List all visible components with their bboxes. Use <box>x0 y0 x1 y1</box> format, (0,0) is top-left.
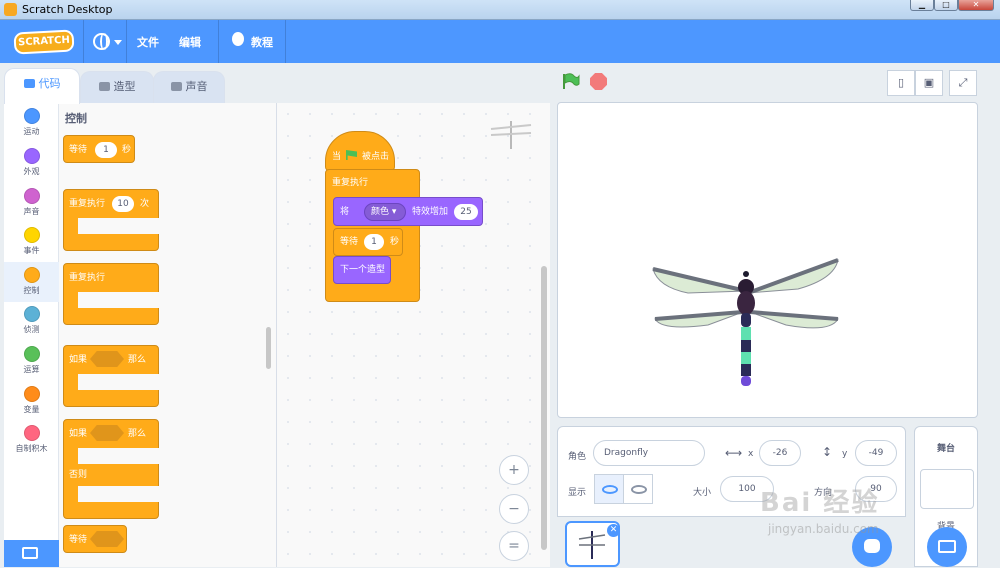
chevron-down-icon <box>114 40 122 45</box>
menu-tutorials[interactable]: 教程 <box>251 34 273 50</box>
block-if-else[interactable]: 如果 那么 否则 <box>63 419 160 519</box>
block-if-then[interactable]: 如果 那么 <box>63 345 160 407</box>
code-icon <box>23 79 35 88</box>
editor-tabs: 代码 造型 声音 <box>0 63 550 104</box>
delete-sprite-icon[interactable]: ✕ <box>607 524 620 537</box>
sprite-name-input[interactable]: Dragonfly <box>593 440 705 466</box>
watermark-url: jingyan.baidu.com <box>768 522 879 536</box>
block-when-flag-clicked[interactable]: 当 被点击 <box>325 131 395 171</box>
tab-code[interactable]: 代码 <box>4 68 80 104</box>
menu-edit[interactable]: 编辑 <box>179 34 201 50</box>
eye-icon <box>602 485 618 494</box>
wait-seconds-input[interactable]: 1 <box>364 234 384 250</box>
small-stage-button[interactable]: ▯ <box>887 70 915 96</box>
menu-file[interactable]: 文件 <box>137 34 159 50</box>
choose-backdrop-button[interactable] <box>927 527 967 567</box>
size-label: 大小 <box>693 488 712 498</box>
effect-dropdown[interactable]: 颜色 ▾ <box>364 203 406 221</box>
block-repeat[interactable]: 重复执行 10 次 <box>63 189 160 251</box>
show-sprite-button[interactable] <box>594 474 624 504</box>
horizontal-arrows-icon: ⟷ <box>725 446 743 460</box>
zoom-out-button[interactable]: − <box>499 494 529 524</box>
category-variables[interactable]: 变量 <box>4 381 59 421</box>
hide-sprite-button[interactable] <box>623 474 653 504</box>
vertical-arrows-icon: ↕ <box>822 445 833 459</box>
condition-slot[interactable] <box>90 351 124 367</box>
block-change-effect[interactable]: 将 颜色 ▾ 特效增加 25 <box>333 197 483 226</box>
category-operators[interactable]: 运算 <box>4 341 59 381</box>
palette-scrollbar[interactable] <box>266 327 271 369</box>
language-globe-icon[interactable] <box>93 33 110 50</box>
brush-icon <box>98 82 110 91</box>
block-next-costume[interactable]: 下一个造型 <box>333 256 391 284</box>
extension-icon <box>22 547 38 559</box>
tab-sounds[interactable]: 声音 <box>153 71 225 104</box>
block-forever[interactable]: 重复执行 <box>63 263 160 325</box>
category-sensing[interactable]: 侦测 <box>4 301 59 341</box>
window-title: Scratch Desktop <box>22 3 113 16</box>
maximize-button[interactable]: □ <box>934 0 958 11</box>
zoom-in-button[interactable]: + <box>499 455 529 485</box>
category-sound[interactable]: 声音 <box>4 183 59 223</box>
block-wait[interactable]: 等待 1 秒 <box>63 135 135 163</box>
menu-bar: SCRATCH 文件 编辑 教程 <box>0 20 1000 63</box>
window-titlebar: Scratch Desktop ▁ □ ✕ <box>0 0 1000 20</box>
category-events[interactable]: 事件 <box>4 222 59 262</box>
scratch-app-icon <box>4 3 17 16</box>
fullscreen-button[interactable]: ⤢ <box>949 70 977 96</box>
minimize-button[interactable]: ▁ <box>910 0 934 11</box>
large-stage-button[interactable]: ▣ <box>915 70 943 96</box>
green-flag-icon <box>346 150 357 160</box>
block-wait[interactable]: 等待 1 秒 <box>333 228 403 256</box>
category-menu: 运动 外观 声音 事件 控制 侦测 运算 变量 自制积木 <box>4 103 59 567</box>
sprite-name-label: 角色 <box>568 452 587 462</box>
stage-canvas[interactable] <box>557 102 978 418</box>
stage-title: 舞台 <box>937 444 956 454</box>
scratch-logo[interactable]: SCRATCH <box>13 29 75 55</box>
sprite-indicator-icon <box>490 121 532 149</box>
workspace-scrollbar[interactable] <box>541 266 547 550</box>
repeat-count-input[interactable]: 10 <box>112 196 134 212</box>
condition-slot[interactable] <box>90 425 124 441</box>
green-flag-button[interactable] <box>562 73 580 90</box>
effect-amount-input[interactable]: 25 <box>454 204 478 220</box>
close-button[interactable]: ✕ <box>958 0 994 11</box>
tutorials-bulb-icon <box>232 32 244 46</box>
category-motion[interactable]: 运动 <box>4 103 59 143</box>
block-wait-until[interactable]: 等待 <box>63 525 127 553</box>
add-extension-button[interactable] <box>4 540 59 567</box>
category-my-blocks[interactable]: 自制积木 <box>4 420 59 460</box>
condition-slot[interactable] <box>90 531 124 547</box>
y-position-input[interactable]: -49 <box>855 440 897 466</box>
script-workspace[interactable]: 当 被点击 重复执行 将 颜色 ▾ 特效增加 25 等待 1 秒 下一个造型 +… <box>277 103 550 567</box>
image-icon <box>938 540 956 553</box>
wait-seconds-input[interactable]: 1 <box>95 142 117 158</box>
zoom-reset-button[interactable]: = <box>499 531 529 561</box>
cat-icon <box>864 539 880 553</box>
tab-costumes[interactable]: 造型 <box>80 71 154 104</box>
watermark: Bai 经验 <box>760 488 880 518</box>
block-palette: 控制 等待 1 秒 重复执行 10 次 重复执行 如果 那么 如果 那么 否则 … <box>59 103 277 567</box>
x-position-input[interactable]: -26 <box>759 440 801 466</box>
backdrop-thumbnail[interactable] <box>920 469 974 509</box>
palette-section-title: 控制 <box>65 112 87 125</box>
category-control[interactable]: 控制 <box>4 262 59 302</box>
dragonfly-sprite[interactable] <box>558 103 979 419</box>
eye-slash-icon <box>631 485 647 494</box>
category-looks[interactable]: 外观 <box>4 143 59 183</box>
speaker-icon <box>170 82 182 91</box>
show-label: 显示 <box>568 488 587 498</box>
